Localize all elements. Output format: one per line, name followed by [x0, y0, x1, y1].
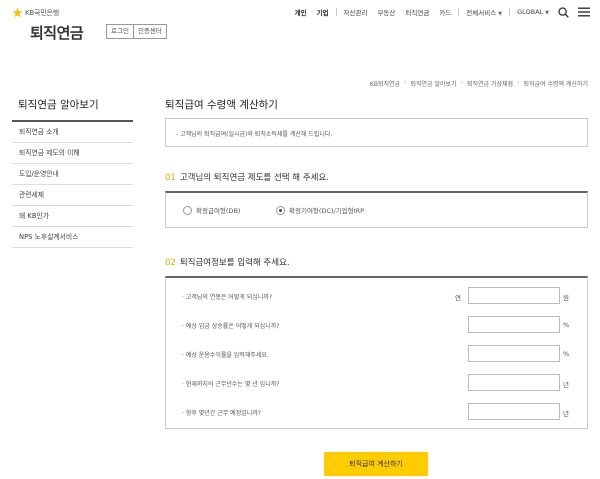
nav-divider [458, 8, 460, 16]
radio-db-circle[interactable] [183, 205, 192, 215]
nav-personal[interactable]: 개인 [295, 7, 307, 17]
nav-global[interactable]: GLOBAL ▼ [517, 8, 549, 16]
sidebar-title: 퇴직연금 알아보기 [18, 99, 99, 111]
plan-type-selector: 확정급여형(DB) 확정기여형(DC)/기업형IRP [165, 191, 588, 228]
breadcrumb-item[interactable]: 퇴직연금 알아보기 [410, 79, 456, 88]
sidebar-item-nps[interactable]: NPS 노후설계서비스 [12, 227, 133, 248]
retirement-info-form: · 고객님의 연봉은 어떻게 되십니까? 연 원 · 예상 임금 상승률은 어떻… [165, 276, 588, 429]
calculate-button[interactable]: 퇴직급여 계산하기 [324, 452, 428, 476]
nav-global-label: GLOBAL [517, 8, 544, 16]
wage-growth-input[interactable] [468, 316, 560, 333]
radio-dc-circle[interactable] [276, 205, 285, 215]
section2-heading: 02 퇴직급여정보를 입력해 주세요. [165, 256, 290, 268]
notice-text: - 고객님의 퇴직급여(일시금)와 퇴직소득세를 계산해 드립니다. [176, 131, 333, 138]
section1-title: 고객님의 퇴직연금 제도를 선택 해 주세요. [179, 173, 329, 183]
sidebar-item-operation[interactable]: 도입/운영안내 [12, 164, 133, 185]
section2-title: 퇴직급여정보를 입력해 주세요. [179, 258, 290, 268]
future-years-unit: 년 [563, 410, 569, 418]
breadcrumb-item[interactable]: 퇴직연금 가상체험 [467, 79, 513, 88]
sidebar-item-understanding[interactable]: 퇴직연금 제도의 이해 [12, 143, 133, 164]
search-icon[interactable] [558, 6, 569, 18]
sidebar-menu: 퇴직연금 소개 퇴직연금 제도의 이해 도입/운영안내 관련세제 왜 KB인가 … [12, 120, 133, 248]
radio-db-label[interactable]: 확정급여형(DB) [196, 205, 240, 215]
breadcrumb-separator: › [517, 79, 520, 86]
menu-icon[interactable] [578, 7, 590, 17]
salary-prefix: 연 [455, 294, 461, 302]
salary-unit: 원 [563, 294, 569, 302]
salary-input[interactable] [468, 287, 560, 304]
site-title[interactable]: 퇴직연금 [30, 22, 84, 43]
nav-asset[interactable]: 자산관리 [344, 7, 368, 17]
salary-question: · 고객님의 연봉은 어떻게 되십니까? [182, 294, 273, 301]
years-worked-unit: 년 [563, 381, 569, 389]
future-years-question: · 향후 몇년간 근무 예정입니까? [182, 410, 261, 417]
return-rate-unit: % [563, 350, 570, 358]
global-nav: 개인 기업 자산관리 부동산 퇴직연금 카드 전체서비스 ▼ GLOBAL ▼ [295, 6, 590, 18]
form-row-wage-growth: · 예상 임금 상승률은 어떻게 되십니까? % [166, 310, 587, 339]
breadcrumb-item[interactable]: KB퇴직연금 [370, 79, 400, 88]
sidebar-item-tax[interactable]: 관련세제 [12, 185, 133, 206]
sidebar-item-intro[interactable]: 퇴직연금 소개 [12, 122, 133, 143]
nav-all-services[interactable]: 전체서비스 ▼ [466, 7, 502, 17]
kb-logo[interactable]: KB국민은행 [12, 7, 59, 18]
nav-pension[interactable]: 퇴직연금 [405, 7, 429, 17]
section2-number: 02 [165, 258, 176, 268]
breadcrumb-separator: › [460, 79, 463, 86]
wage-growth-question: · 예상 임금 상승률은 어떻게 되십니까? [182, 323, 280, 330]
breadcrumb-current: 퇴직급여 수령액 계산하기 [523, 81, 588, 88]
radio-dc-irp[interactable]: 확정기여형(DC)/기업형IRP [276, 205, 364, 215]
radio-dc-label[interactable]: 확정기여형(DC)/기업형IRP [289, 205, 364, 215]
form-row-future-years: · 향후 몇년간 근무 예정입니까? 년 [166, 397, 587, 426]
chevron-down-icon: ▼ [545, 10, 549, 16]
radio-db[interactable]: 확정급여형(DB) [183, 205, 240, 215]
cert-center-button[interactable]: 인증센터 [133, 24, 167, 39]
form-row-salary: · 고객님의 연봉은 어떻게 되십니까? 연 원 [166, 281, 587, 310]
section1-number: 01 [165, 173, 176, 183]
logo-text: KB국민은행 [25, 8, 59, 17]
chevron-down-icon: ▼ [498, 11, 503, 17]
wage-growth-unit: % [563, 321, 570, 329]
return-rate-input[interactable] [468, 345, 560, 362]
return-rate-question: · 예상 운용수익률을 입력해주세요. [182, 352, 269, 359]
kb-star-icon [12, 7, 23, 18]
nav-divider [509, 8, 511, 16]
sidebar-item-why-kb[interactable]: 왜 KB인가 [12, 206, 133, 227]
form-row-return-rate: · 예상 운용수익률을 입력해주세요. % [166, 339, 587, 368]
login-button[interactable]: 로그인 [106, 24, 134, 39]
section1-heading: 01 고객님의 퇴직연금 제도를 선택 해 주세요. [165, 171, 329, 183]
page-title: 퇴직급여 수령액 계산하기 [165, 99, 278, 111]
nav-all-services-label: 전체서비스 [466, 9, 497, 17]
notice-box: - 고객님의 퇴직급여(일시금)와 퇴직소득세를 계산해 드립니다. [165, 118, 588, 147]
breadcrumb: KB퇴직연금 › 퇴직연금 알아보기 › 퇴직연금 가상체험 › 퇴직급여 수령… [370, 79, 588, 88]
header-buttons: 로그인 인증센터 [106, 24, 167, 39]
nav-divider [335, 8, 337, 16]
breadcrumb-separator: › [404, 79, 407, 86]
nav-corporate[interactable]: 기업 [317, 7, 329, 17]
nav-card[interactable]: 카드 [439, 7, 451, 17]
future-years-input[interactable] [468, 403, 560, 420]
years-worked-input[interactable] [468, 374, 560, 391]
years-worked-question: · 현재까지의 근무년수는 몇 년 입니까? [182, 381, 280, 388]
nav-realestate[interactable]: 부동산 [377, 7, 395, 17]
form-row-years-worked: · 현재까지의 근무년수는 몇 년 입니까? 년 [166, 368, 587, 397]
